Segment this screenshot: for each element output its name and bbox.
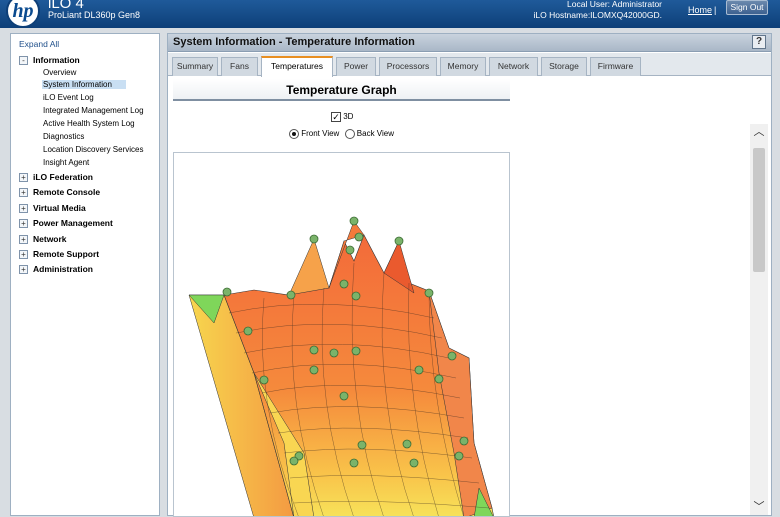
nav-item-integrated-management-log[interactable]: Integrated Management Log (43, 106, 144, 115)
local-user-label: Local User: Administrator (567, 0, 662, 9)
tab-summary[interactable]: Summary (172, 57, 218, 76)
front-view-radio[interactable] (289, 129, 299, 139)
tab-firmware[interactable]: Firmware (590, 57, 641, 76)
checkbox-3d[interactable]: ✓ 3D (331, 112, 353, 122)
sensor-point (345, 245, 355, 255)
product-model: ProLiant DL360p Gen8 (48, 10, 141, 20)
nav-group-information[interactable]: Information (33, 55, 80, 65)
sensor-point (414, 365, 424, 375)
temperature-graph (173, 152, 510, 517)
tab-bar: Summary Fans Temperatures Power Processo… (168, 53, 771, 77)
sensor-point (354, 232, 364, 242)
expand-toggle-icon[interactable]: + (19, 219, 28, 228)
nav-item-system-information[interactable]: System Information (42, 80, 126, 89)
sensor-point (222, 287, 232, 297)
surface-peak-left (288, 238, 330, 296)
sensor-point (309, 365, 319, 375)
sensor-point (357, 440, 367, 450)
tab-power[interactable]: Power (336, 57, 376, 76)
session-info: Local User: Administrator iLO Hostname:I… (533, 0, 662, 21)
tab-memory[interactable]: Memory (440, 57, 486, 76)
sensor-point (394, 236, 404, 246)
header-separator: | (714, 5, 717, 15)
expand-toggle-icon[interactable]: + (19, 235, 28, 244)
tab-network[interactable]: Network (489, 57, 538, 76)
navigation-tree: Expand All - Information Overview System… (10, 33, 160, 516)
home-link[interactable]: Home (688, 5, 712, 15)
nav-group-remote-support[interactable]: Remote Support (33, 249, 99, 259)
scroll-thumb[interactable] (753, 148, 765, 272)
temperature-surface-plot (188, 216, 494, 516)
checkbox-3d-label: 3D (343, 112, 354, 122)
nav-item-overview[interactable]: Overview (43, 68, 76, 77)
expand-toggle-icon[interactable]: + (19, 188, 28, 197)
sensor-point (424, 288, 434, 298)
sensor-point (309, 345, 319, 355)
tab-content: Temperature Graph ✓ 3D Front View Back V… (168, 77, 771, 517)
tab-processors[interactable]: Processors (379, 57, 437, 76)
sensor-point (351, 346, 361, 356)
scroll-up-arrow-icon[interactable]: ︿ (750, 124, 768, 140)
top-banner: hp iLO 4 ProLiant DL360p Gen8 Local User… (0, 0, 780, 28)
sensor-point (402, 439, 412, 449)
nav-group-ilo-federation[interactable]: iLO Federation (33, 172, 93, 182)
hp-logo: hp (6, 0, 40, 28)
expand-all-link[interactable]: Expand All (19, 39, 59, 49)
vertical-scrollbar[interactable]: ︿ ﹀ (750, 124, 768, 515)
sensor-point (259, 375, 269, 385)
nav-group-virtual-media[interactable]: Virtual Media (33, 203, 86, 213)
tab-storage[interactable]: Storage (541, 57, 587, 76)
main-panel: System Information - Temperature Informa… (167, 33, 772, 517)
nav-group-remote-console[interactable]: Remote Console (33, 187, 100, 197)
expand-toggle-icon[interactable]: + (19, 250, 28, 259)
expand-toggle-icon[interactable]: + (19, 204, 28, 213)
back-view-radio[interactable] (344, 129, 355, 139)
sensor-point (434, 374, 444, 384)
nav-group-administration[interactable]: Administration (33, 264, 93, 274)
sensor-point (286, 290, 296, 300)
tab-temperatures[interactable]: Temperatures (261, 56, 333, 77)
nav-group-power-management[interactable]: Power Management (33, 218, 113, 228)
sensor-point (349, 458, 359, 468)
expand-toggle-icon[interactable]: + (19, 173, 28, 182)
sensor-point (454, 451, 464, 461)
back-view-label: Back View (356, 129, 394, 139)
sensor-point (409, 458, 419, 468)
expand-toggle-icon[interactable]: + (19, 265, 28, 274)
nav-group-network[interactable]: Network (33, 234, 67, 244)
sensor-point (309, 234, 319, 244)
hostname-label: iLO Hostname:ILOMXQ42000GD. (533, 10, 662, 20)
view-options: Front View Back View (289, 129, 394, 139)
scroll-down-arrow-icon[interactable]: ﹀ (750, 499, 768, 515)
nav-item-insight-agent[interactable]: Insight Agent (43, 158, 89, 167)
front-view-label: Front View (301, 129, 340, 139)
sensor-point (349, 216, 359, 226)
collapse-toggle-icon[interactable]: - (19, 56, 28, 65)
sensor-point (243, 326, 253, 336)
graph-title: Temperature Graph (173, 79, 510, 101)
sensor-point (339, 279, 349, 289)
help-button[interactable]: ? (752, 35, 766, 49)
page-title: System Information - Temperature Informa… (173, 36, 415, 48)
tab-fans[interactable]: Fans (221, 57, 258, 76)
sensor-point (289, 456, 299, 466)
sign-out-button[interactable]: Sign Out (726, 0, 768, 15)
sensor-point (447, 351, 457, 361)
nav-item-diagnostics[interactable]: Diagnostics (43, 132, 84, 141)
nav-item-ilo-event-log[interactable]: iLO Event Log (43, 93, 94, 102)
panel-title-bar: System Information - Temperature Informa… (168, 34, 771, 52)
sensor-point (351, 291, 361, 301)
nav-item-location-discovery-services[interactable]: Location Discovery Services (43, 145, 143, 154)
nav-item-active-health-system-log[interactable]: Active Health System Log (43, 119, 135, 128)
checkbox-checked-icon[interactable]: ✓ (331, 112, 341, 122)
sensor-point (339, 391, 349, 401)
sensor-point (459, 436, 469, 446)
sensor-point (329, 348, 339, 358)
